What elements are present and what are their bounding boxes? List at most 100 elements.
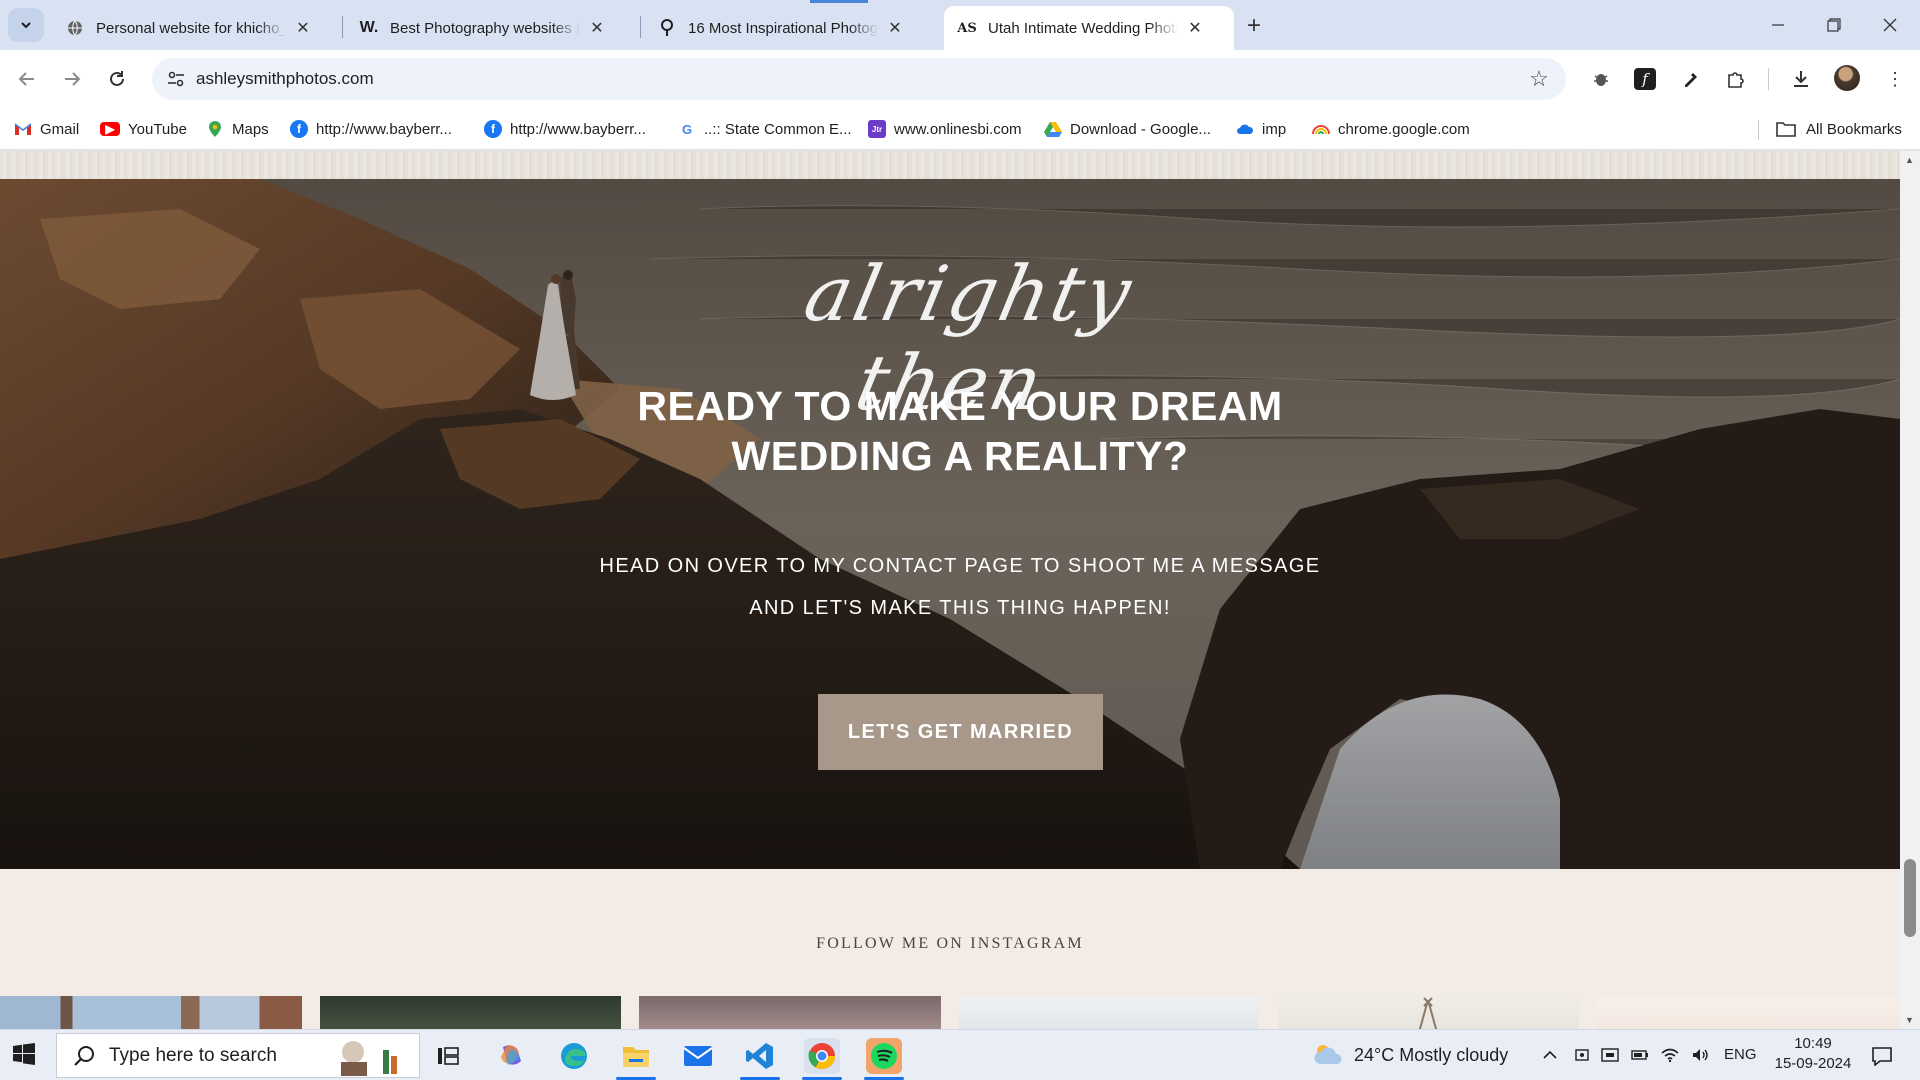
chevron-up-icon[interactable] <box>1540 1045 1560 1065</box>
tab-separator <box>640 16 641 38</box>
instagram-photo-1[interactable] <box>0 996 302 1029</box>
as-monogram-icon: AS <box>957 20 977 36</box>
font-extension-icon[interactable]: f <box>1630 64 1660 94</box>
tab-inspirational[interactable]: 16 Most Inspirational Photogra ✕ <box>644 6 918 50</box>
reload-icon <box>110 71 124 86</box>
close-icon[interactable]: ✕ <box>886 19 904 37</box>
minimize-icon <box>1772 24 1784 26</box>
all-bookmarks-button[interactable]: All Bookmarks <box>1776 116 1902 142</box>
bookmark-state-common[interactable]: G ..:: State Common E... <box>678 116 852 142</box>
globe-icon <box>66 19 84 37</box>
bookmark-bayberry-2[interactable]: f http://www.bayberr... <box>484 116 646 142</box>
url-text[interactable]: ashleysmithphotos.com <box>196 69 374 89</box>
kebab-menu-icon[interactable]: ⋮ <box>1880 64 1910 94</box>
close-window-button[interactable] <box>1870 8 1910 42</box>
download-icon[interactable] <box>1786 64 1816 94</box>
chevron-down-icon <box>21 22 31 29</box>
paper-texture-strip <box>0 151 1900 179</box>
eyedropper-icon[interactable] <box>1676 64 1706 94</box>
bookmark-download-google[interactable]: Download - Google... <box>1044 116 1211 142</box>
bookmark-label: Download - Google... <box>1070 120 1211 138</box>
instagram-photo-2[interactable] <box>320 996 621 1029</box>
bookmark-label: imp <box>1262 120 1287 138</box>
instagram-heading: FOLLOW ME ON INSTAGRAM <box>816 935 1084 952</box>
lets-get-married-button[interactable]: LET'S GET MARRIED <box>818 694 1103 770</box>
minimize-button[interactable] <box>1758 8 1798 42</box>
profile-avatar[interactable] <box>1834 65 1860 91</box>
bookmark-gmail[interactable]: Gmail <box>14 116 79 142</box>
address-bar[interactable]: ashleysmithphotos.com ☆ <box>152 58 1566 100</box>
arrow-right-icon <box>65 72 81 86</box>
restore-icon <box>1827 18 1841 32</box>
language-indicator[interactable]: ENG <box>1724 1046 1757 1063</box>
volume-icon[interactable] <box>1690 1045 1710 1065</box>
bookmark-star-icon[interactable]: ☆ <box>1526 66 1552 92</box>
bookmarks-bar: Gmail ▶ YouTube Maps f http://www.bayber… <box>0 108 1920 150</box>
forward-button[interactable] <box>55 62 89 96</box>
vscode-icon[interactable] <box>742 1038 778 1074</box>
close-icon[interactable]: ✕ <box>588 19 606 37</box>
windows-start-icon[interactable] <box>12 1042 38 1068</box>
weather-cloud-icon[interactable] <box>1312 1042 1344 1071</box>
reload-button[interactable] <box>100 62 134 96</box>
bookmark-label: Maps <box>232 120 269 138</box>
scrollbar-thumb[interactable] <box>1904 859 1916 937</box>
bookmark-maps[interactable]: Maps <box>206 116 269 142</box>
clock-date: 15-09-2024 <box>1774 1055 1852 1072</box>
weather-text[interactable]: 24°C Mostly cloudy <box>1354 1045 1508 1066</box>
tab-utah-wedding[interactable]: AS Utah Intimate Wedding Photog ✕ <box>944 6 1234 50</box>
copilot-icon[interactable] <box>494 1038 530 1074</box>
bookmark-bayberry-1[interactable]: f http://www.bayberr... <box>290 116 452 142</box>
bookmark-imp[interactable]: imp <box>1236 116 1286 142</box>
battery-icon[interactable] <box>1630 1045 1650 1065</box>
bookmark-onlinesbi[interactable]: Jtr www.onlinesbi.com <box>868 116 1022 142</box>
taskbar-search-box[interactable]: Type here to search <box>56 1033 420 1078</box>
search-highlight-image <box>329 1036 409 1076</box>
all-bookmarks-label: All Bookmarks <box>1806 120 1902 138</box>
pin-icon <box>658 19 676 37</box>
cta-subtitle: HEAD ON OVER TO MY CONTACT PAGE TO SHOOT… <box>500 545 1420 629</box>
bookmark-chrome-google[interactable]: chrome.google.com <box>1312 116 1470 142</box>
chrome-icon[interactable] <box>804 1038 840 1074</box>
wifi-icon[interactable] <box>1660 1045 1680 1065</box>
edge-icon[interactable] <box>556 1038 592 1074</box>
hardware-icon[interactable] <box>1600 1045 1620 1065</box>
cta-title: READY TO MAKE YOUR DREAM WEDDING A REALI… <box>560 381 1360 481</box>
sbi-icon: Jtr <box>868 120 886 138</box>
facebook-icon: f <box>290 120 308 138</box>
bookmark-label: chrome.google.com <box>1338 120 1470 138</box>
page-scrollbar[interactable]: ▲ ▼ <box>1900 151 1920 1029</box>
file-explorer-icon[interactable] <box>618 1038 654 1074</box>
close-icon[interactable]: ✕ <box>294 19 312 37</box>
site-info-icon[interactable] <box>162 65 190 93</box>
tab-search-button[interactable] <box>8 8 44 42</box>
meet-now-icon[interactable] <box>1572 1045 1592 1065</box>
bug-extension-icon[interactable] <box>1586 64 1616 94</box>
youtube-icon: ▶ <box>100 122 120 136</box>
notification-icon[interactable] <box>1870 1044 1894 1068</box>
instagram-photo-4[interactable] <box>959 996 1259 1029</box>
new-tab-button[interactable]: + <box>1240 12 1268 40</box>
task-view-icon[interactable] <box>430 1038 466 1074</box>
restore-button[interactable] <box>1814 8 1854 42</box>
back-button[interactable] <box>10 62 44 96</box>
cta-subtitle-line-2: AND LET'S MAKE THIS THING HAPPEN! <box>749 597 1171 619</box>
instagram-photo-5[interactable] <box>1278 996 1579 1029</box>
clock-time: 10:49 <box>1794 1035 1832 1052</box>
tab-strip: Personal website for khicho_pic ✕ W. Bes… <box>0 0 1920 50</box>
instagram-photo-6[interactable] <box>1597 996 1900 1029</box>
scroll-up-arrow-icon[interactable]: ▲ <box>1905 155 1915 165</box>
clock[interactable]: 10:49 15-09-2024 <box>1768 1035 1858 1072</box>
spotify-icon[interactable] <box>866 1038 902 1074</box>
bookmark-youtube[interactable]: ▶ YouTube <box>100 116 187 142</box>
bookmarks-divider <box>1758 120 1759 140</box>
instagram-photo-3[interactable] <box>639 996 941 1029</box>
tab-best-photography[interactable]: W. Best Photography websites | W ✕ <box>346 6 620 50</box>
extensions-puzzle-icon[interactable] <box>1720 64 1750 94</box>
bookmark-label: ..:: State Common E... <box>704 120 852 138</box>
mail-icon[interactable] <box>680 1038 716 1074</box>
close-icon[interactable]: ✕ <box>1186 19 1204 37</box>
tab-personal-website[interactable]: Personal website for khicho_pic ✕ <box>52 6 326 50</box>
scroll-down-arrow-icon[interactable]: ▼ <box>1905 1015 1915 1025</box>
facebook-icon: f <box>484 120 502 138</box>
